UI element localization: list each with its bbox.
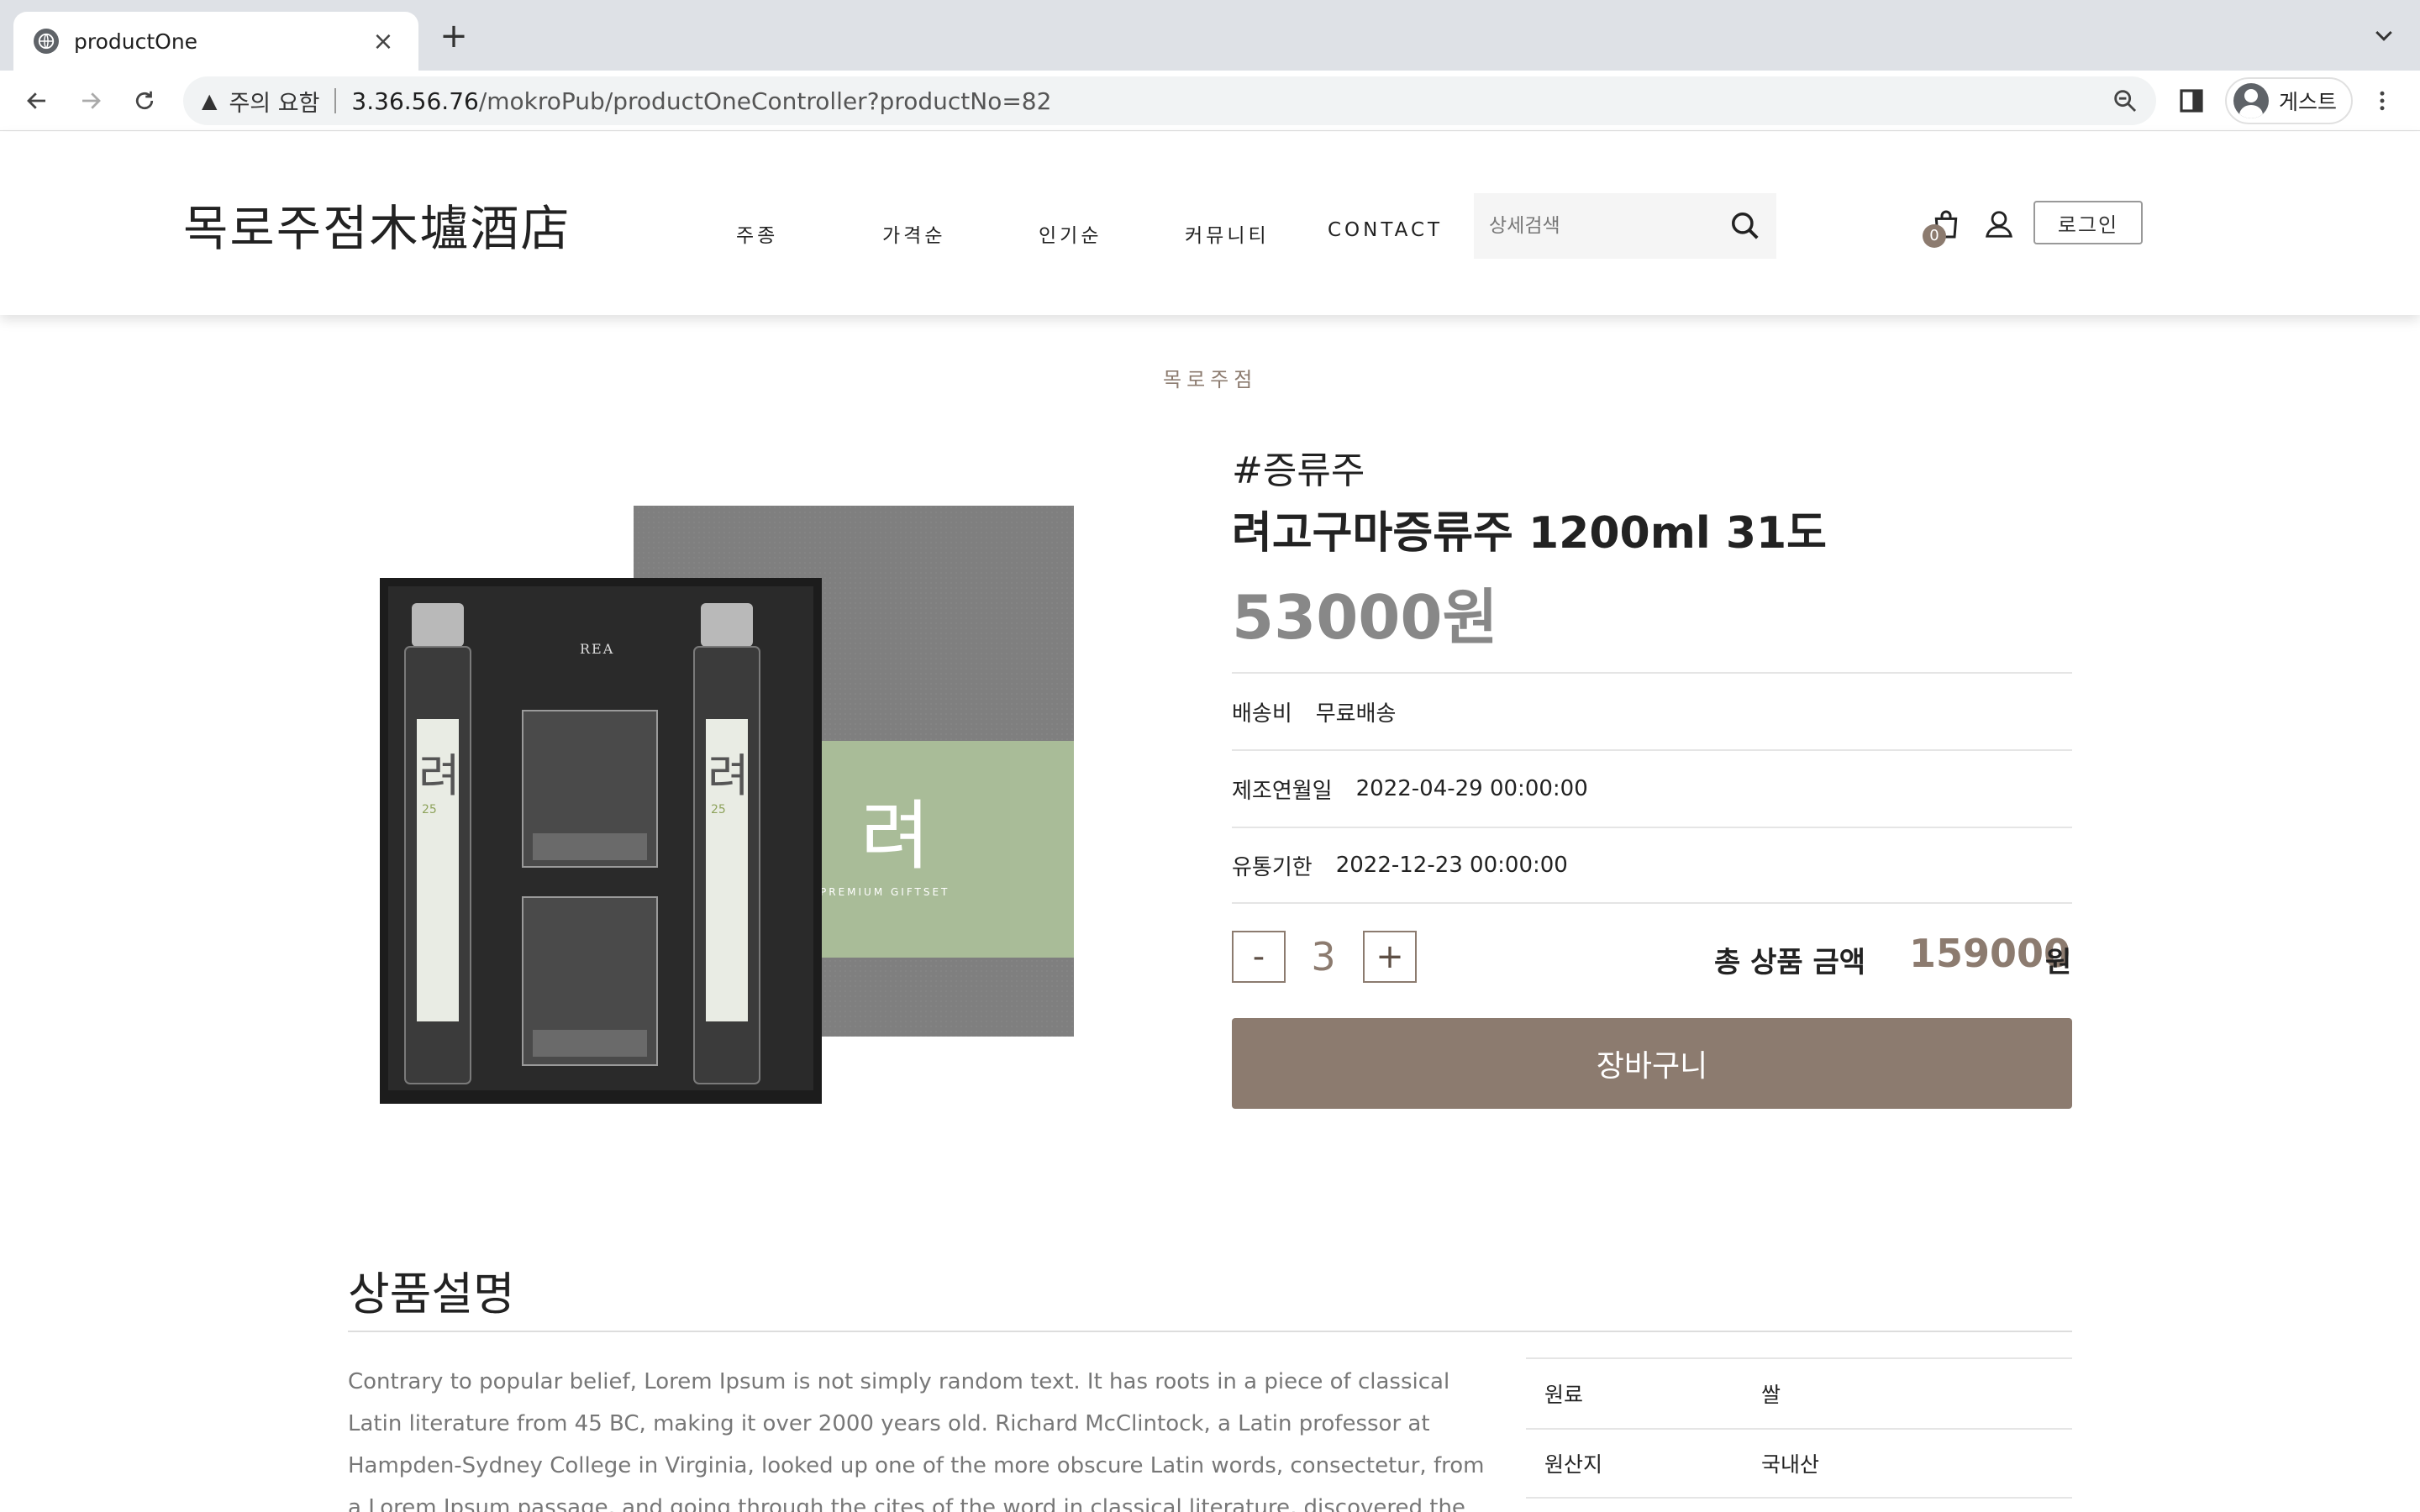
address-bar[interactable]: ▲ 주의 요함 3.36.56.76 /mokroPub/productOneC… [183,76,2156,125]
bottle-number: 25 [711,803,726,816]
divider [334,88,337,113]
more-menu-icon[interactable] [2370,86,2395,116]
back-button[interactable] [18,82,55,119]
spec-row: 원산지 국내산 [1526,1428,2072,1499]
quantity-decrease-button[interactable]: - [1232,931,1286,983]
cart-count-badge: 0 [1923,224,1946,248]
side-panel-icon[interactable] [2178,87,2205,114]
search-box [1474,193,1776,259]
info-row-shipping: 배송비 무료배송 [1232,672,2072,749]
arrow-left-icon [27,92,45,109]
spec-value: 쌀 [1761,1383,1781,1407]
add-to-cart-button[interactable]: 장바구니 [1232,1018,2072,1109]
inner-label-text: REA [580,641,614,657]
chevron-down-icon[interactable] [2371,24,2396,49]
user-icon[interactable] [1983,206,2015,243]
zoom-icon[interactable] [2111,87,2139,115]
browser-tabstrip: productOne × + [0,0,2420,71]
nav-item-popular[interactable]: 인기순 [1039,219,1102,248]
info-row-expiration-date: 유통기한 2022-12-23 00:00:00 [1232,827,2072,904]
tab-title: productOne [74,29,198,54]
spec-key: 원산지 [1544,1452,1603,1477]
browser-toolbar: ▲ 주의 요함 3.36.56.76 /mokroPub/productOneC… [0,71,2420,131]
divider [348,1331,2072,1332]
profile-label: 게스트 [2279,90,2338,114]
quantity-increase-button[interactable]: + [1363,931,1417,983]
spec-row: 원료 쌀 [1526,1357,2072,1428]
product-price: 53000원 [1232,582,1498,653]
reload-button[interactable] [126,82,163,119]
avatar [2233,83,2269,118]
security-label[interactable]: 주의 요함 [229,85,319,118]
site-logo[interactable]: 목로주점木壚酒店 [183,189,571,260]
product-title: 려고구마증류주 1200ml 31도 [1232,508,1828,559]
bottle-number: 25 [422,803,437,816]
close-icon[interactable]: × [368,27,398,56]
description-heading: 상품설명 [348,1268,515,1320]
spec-table: 원료 쌀 원산지 국내산 [1526,1357,2072,1499]
globe-icon [34,29,59,54]
spec-key: 원료 [1544,1383,1584,1407]
nav-item-community[interactable]: 커뮤니티 [1185,219,1270,248]
site-header: 목로주점木壚酒店 주종 가격순 인기순 커뮤니티 CONTACT 0 로그인 [0,132,2420,315]
info-key: 배송비 [1232,701,1292,727]
info-key: 유통기한 [1232,854,1313,880]
info-value: 무료배송 [1315,701,1397,727]
description-text: Contrary to popular belief, Lorem Ipsum … [348,1369,1485,1512]
search-icon[interactable] [1729,210,1761,242]
info-value: 2022-12-23 00:00:00 [1335,853,1568,878]
info-key: 제조연월일 [1232,778,1333,804]
box-label-text: PREMIUM GIFTSET [820,886,950,898]
total-price-label: 총 상품 금액 [1714,946,1866,979]
url-host: 3.36.56.76 [351,87,479,115]
nav-item-price[interactable]: 가격순 [882,219,945,248]
nav-item-liquor-type[interactable]: 주종 [736,219,778,248]
info-value: 2022-04-29 00:00:00 [1355,776,1588,801]
info-row-manufacture-date: 제조연월일 2022-04-29 00:00:00 [1232,749,2072,827]
forward-button[interactable] [72,82,109,119]
box-brand-char: 려 [860,792,930,880]
url-path: /mokroPub/productOneController?productNo… [478,87,1052,115]
browser-tab[interactable]: productOne × [13,12,418,71]
reload-icon [135,91,154,110]
quantity-value: 3 [1311,934,1336,979]
product-category: #증류주 [1232,449,1365,492]
warning-icon[interactable]: ▲ [202,89,217,113]
breadcrumb[interactable]: 목로주점 [1163,363,1257,392]
login-button[interactable]: 로그인 [2033,201,2143,244]
product-image: 려 PREMIUM GIFTSET REA 려 25 려 25 [380,506,1074,1104]
bottle-char: 려 [708,749,750,802]
search-input[interactable] [1489,215,1716,237]
profile-button[interactable]: 게스트 [2225,77,2353,124]
total-price-unit: 원 [2045,946,2072,979]
arrow-right-icon [82,92,101,109]
spec-value: 국내산 [1761,1452,1820,1477]
nav-item-contact[interactable]: CONTACT [1328,219,1443,241]
new-tab-button[interactable]: + [437,19,471,54]
bottle-char: 려 [418,749,460,802]
